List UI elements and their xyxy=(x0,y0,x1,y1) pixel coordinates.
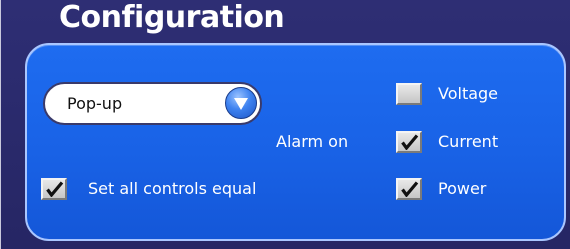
configuration-window: Configuration Pop-up Alarm on Voltage Cu… xyxy=(0,0,570,249)
popup-menu-value: Pop-up xyxy=(67,94,123,113)
current-label: Current xyxy=(438,132,499,151)
voltage-checkbox[interactable] xyxy=(396,83,422,105)
popup-menu[interactable]: Pop-up xyxy=(43,82,262,125)
power-checkbox[interactable] xyxy=(396,178,422,200)
voltage-label: Voltage xyxy=(438,84,499,103)
alarm-on-label: Alarm on xyxy=(276,132,349,151)
configuration-panel: Pop-up Alarm on Voltage Current Power Se… xyxy=(25,43,566,241)
set-all-controls-label: Set all controls equal xyxy=(88,179,257,198)
chevron-down-icon[interactable] xyxy=(225,87,257,119)
checkmark-icon xyxy=(401,181,419,197)
checkmark-icon xyxy=(401,134,419,150)
set-all-controls-checkbox[interactable] xyxy=(41,178,67,200)
power-label: Power xyxy=(438,179,487,198)
window-title: Configuration xyxy=(59,0,285,35)
checkmark-icon xyxy=(46,181,64,197)
current-checkbox[interactable] xyxy=(396,131,422,153)
